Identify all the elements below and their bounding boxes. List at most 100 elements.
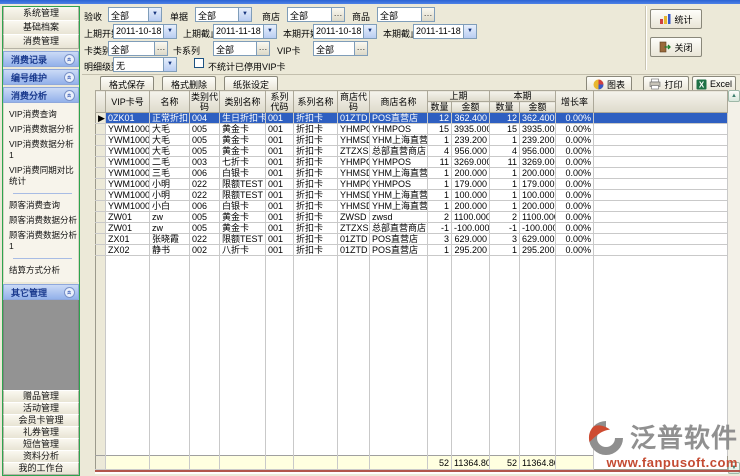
cell-prev-qty: 1	[428, 201, 452, 212]
card-series-picker[interactable]: 全部 …	[213, 41, 270, 56]
prev-end-date[interactable]: 2011-11-18 ▼	[213, 24, 277, 39]
sidebar-module-button[interactable]: 消费管理	[3, 34, 79, 49]
chevron-down-icon[interactable]: ▼	[463, 25, 476, 38]
col-shop-code[interactable]: 商店代码	[338, 91, 370, 113]
sidebar-item[interactable]: 顾客消费查询	[8, 198, 77, 213]
table-row[interactable]: ZW01 zw 005 黄金卡 001 折扣卡 ZTZXSD 总部直营商店 -1…	[96, 223, 728, 234]
row-marker-cell	[96, 168, 106, 179]
chevron-down-icon[interactable]: ▼	[238, 8, 251, 21]
stat-button[interactable]: 统计	[650, 9, 702, 29]
ellipsis-icon[interactable]: …	[354, 42, 367, 55]
vertical-scrollbar[interactable]: ▲ ▼	[728, 90, 740, 474]
table-row[interactable]: YWM10002 二毛 003 七折卡 001 折扣卡 YHMPOS YHMPO…	[96, 157, 728, 168]
col-name[interactable]: 名称	[150, 91, 190, 113]
empty-cell	[556, 396, 594, 406]
sidebar-item[interactable]: VIP消费数据分析1	[8, 137, 77, 163]
ellipsis-icon[interactable]: …	[256, 42, 269, 55]
table-row[interactable]: YWM10004 小明 022 限额TEST 001 折扣卡 YHMSD1 YH…	[96, 190, 728, 201]
chevron-down-icon[interactable]: ▼	[363, 25, 376, 38]
row-marker-cell	[96, 456, 106, 470]
empty-cell	[106, 446, 150, 456]
col-curr-period[interactable]: 本期	[490, 91, 556, 102]
table-row[interactable]: YWM10001 大毛 005 黄金卡 001 折扣卡 ZTZXSD 总部直营商…	[96, 146, 728, 157]
doc-filter-select[interactable]: 全部 ▼	[195, 7, 252, 22]
empty-cell	[490, 366, 520, 376]
empty-cell	[490, 306, 520, 316]
vip-card-picker[interactable]: 全部 …	[313, 41, 368, 56]
chevron-down-icon[interactable]: ▼	[163, 25, 176, 38]
table-row[interactable]: YWM10003 三毛 006 白银卡 001 折扣卡 YHMSD1 YHM上海…	[96, 168, 728, 179]
col-prev-qty[interactable]: 数量	[428, 102, 452, 113]
station-filter-select[interactable]: 全部 ▼	[108, 7, 162, 22]
sidebar-section-records[interactable]: 消费记录 «	[3, 51, 79, 67]
sidebar-section-analysis[interactable]: 消费分析 «	[3, 87, 79, 103]
empty-cell	[190, 386, 220, 396]
table-row[interactable]: ZX01 张晓霞 022 限额TEST 001 折扣卡 01ZTD POS直营店…	[96, 234, 728, 245]
table-row[interactable]: ▶ 0ZK01 正常折扣 004 生日折扣卡 001 折扣卡 01ZTD POS…	[96, 113, 728, 124]
col-prev-period[interactable]: 上期	[428, 91, 490, 102]
close-button[interactable]: 关闭	[650, 37, 702, 57]
sidebar-item[interactable]: 顾客消费数据分析1	[8, 228, 77, 254]
sidebar-item[interactable]: VIP消费同期对比统计	[8, 163, 77, 189]
cell-name: 小明	[150, 190, 190, 201]
goods-filter-picker[interactable]: 全部 …	[377, 7, 435, 22]
col-cat-code[interactable]: 类别代码	[190, 91, 220, 113]
empty-cell	[520, 376, 556, 386]
sidebar-item[interactable]: VIP消费查询	[8, 107, 77, 122]
table-row[interactable]: ZX02 静书 002 八折卡 001 折扣卡 01ZTD POS直营店 1 2…	[96, 245, 728, 256]
curr-end-date[interactable]: 2011-11-18 ▼	[413, 24, 477, 39]
table-row[interactable]: YWM10005 小白 006 白银卡 001 折扣卡 YHMSD1 YHM上海…	[96, 201, 728, 212]
empty-cell	[490, 396, 520, 406]
cell-shop-name: YHMPOS	[370, 179, 428, 190]
sidebar-section-other[interactable]: 其它管理 «	[3, 284, 79, 300]
table-row[interactable]: ZW01 zw 005 黄金卡 001 折扣卡 ZWSD zwsd 2 1100…	[96, 212, 728, 223]
col-shop-name[interactable]: 商店名称	[370, 91, 428, 113]
table-row[interactable]: YWM10001 大毛 005 黄金卡 001 折扣卡 YHMSD1 YHM上海…	[96, 135, 728, 146]
exclude-disabled-checkbox[interactable]	[194, 58, 204, 68]
empty-cell	[266, 386, 294, 396]
col-series-name[interactable]: 系列名称	[294, 91, 338, 113]
store-filter-picker[interactable]: 全部 …	[287, 7, 345, 22]
sidebar-module-button[interactable]: 基础档案	[3, 20, 79, 35]
cell-prev-amount: 3269.000	[452, 157, 490, 168]
chevron-down-icon[interactable]: ▼	[263, 25, 276, 38]
card-type-picker[interactable]: 全部 …	[108, 41, 168, 56]
scroll-up-button[interactable]: ▲	[728, 90, 740, 102]
sidebar-item[interactable]: 结算方式分析	[8, 263, 77, 278]
empty-cell	[106, 416, 150, 426]
chevron-down-icon[interactable]: ▼	[148, 8, 161, 21]
empty-cell	[490, 436, 520, 446]
col-series-code[interactable]: 系列代码	[266, 91, 294, 113]
sidebar-module-button[interactable]: 系统管理	[3, 6, 79, 21]
col-vip-no[interactable]: VIP卡号	[106, 91, 150, 113]
marker-column-header	[96, 91, 106, 113]
col-cat-name[interactable]: 类别名称	[220, 91, 266, 113]
ellipsis-icon[interactable]: …	[331, 8, 344, 21]
table-row[interactable]: YWM10001 大毛 005 黄金卡 001 折扣卡 YHMPOS YHMPO…	[96, 124, 728, 135]
collapse-icon[interactable]: «	[64, 90, 75, 101]
prev-start-date[interactable]: 2011-10-18 ▼	[113, 24, 177, 39]
empty-cell	[190, 366, 220, 376]
col-curr-amount[interactable]: 金额	[520, 102, 556, 113]
collapse-icon[interactable]: «	[64, 72, 75, 83]
detail-level-select[interactable]: 无 ▼	[113, 57, 177, 72]
sidebar-section-numbering[interactable]: 编号维护 «	[3, 69, 79, 85]
collapse-icon[interactable]: «	[64, 287, 75, 298]
sidebar-item[interactable]: VIP消费数据分析	[8, 122, 77, 137]
cell-growth: 0.00%	[556, 201, 594, 212]
col-growth[interactable]: 增长率	[556, 91, 594, 113]
curr-start-date[interactable]: 2011-10-18 ▼	[313, 24, 377, 39]
ellipsis-icon[interactable]: …	[421, 8, 434, 21]
empty-cell	[190, 326, 220, 336]
cell-shop-code: ZTZXSD	[338, 223, 370, 234]
col-prev-amount[interactable]: 金额	[452, 102, 490, 113]
sidebar-item[interactable]: 顾客消费数据分析	[8, 213, 77, 228]
empty-cell	[150, 396, 190, 406]
sidebar-module-button[interactable]: 我的工作台	[3, 462, 79, 475]
empty-cell	[338, 276, 370, 286]
ellipsis-icon[interactable]: …	[154, 42, 167, 55]
chevron-down-icon[interactable]: ▼	[163, 58, 176, 71]
table-row[interactable]: YWM10004 小明 022 限额TEST 001 折扣卡 YHMPOS YH…	[96, 179, 728, 190]
collapse-icon[interactable]: «	[64, 54, 75, 65]
col-curr-qty[interactable]: 数量	[490, 102, 520, 113]
